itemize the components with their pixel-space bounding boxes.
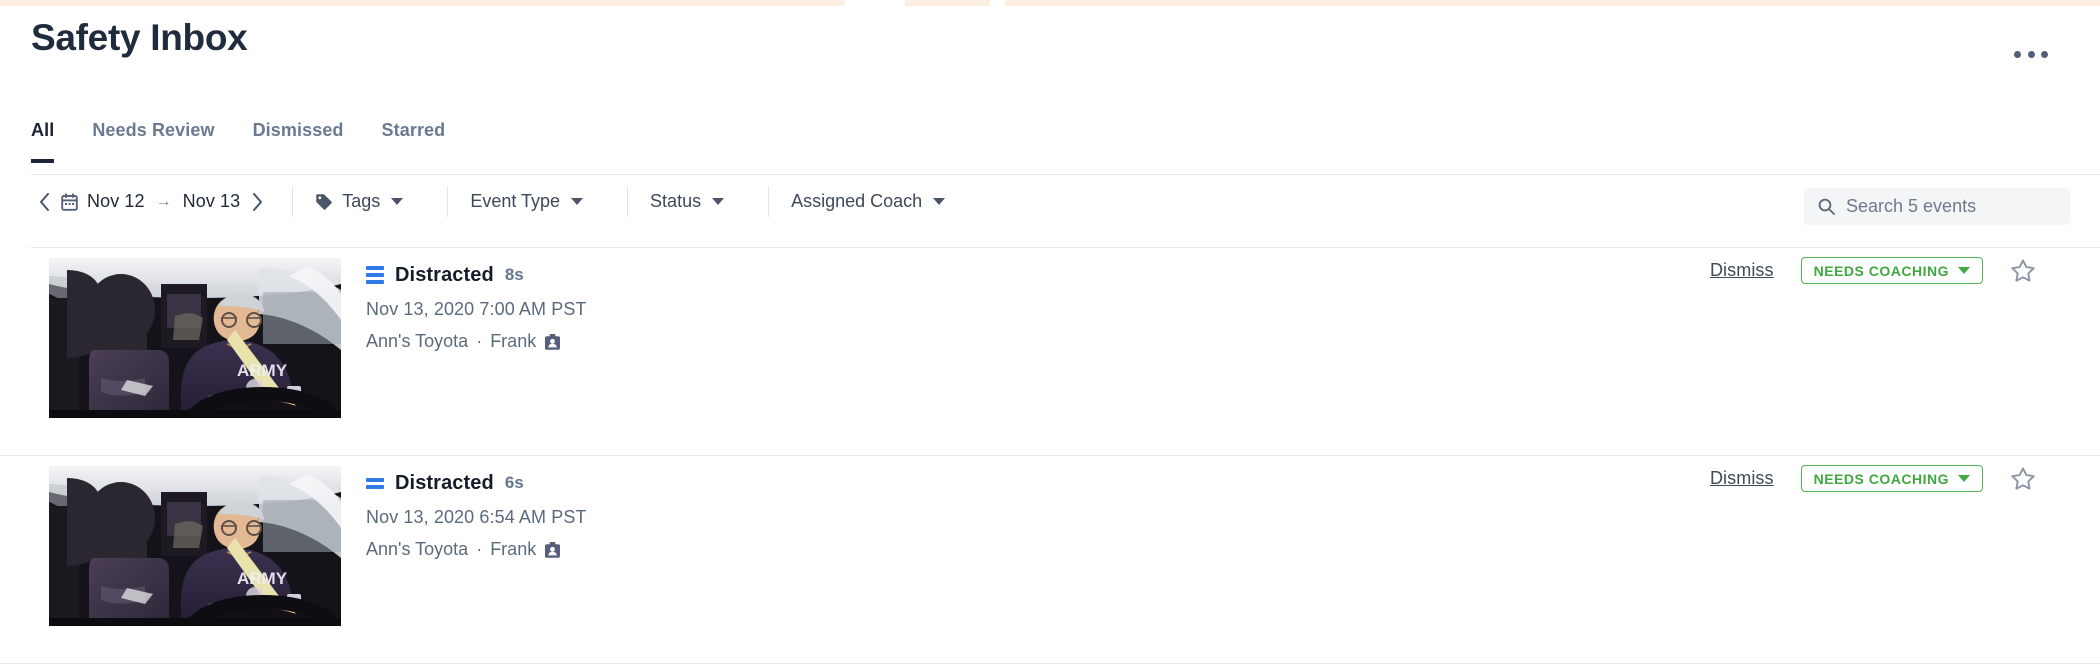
event-info: Distracted 8s Nov 13, 2020 7:00 AM PST A…: [366, 262, 587, 352]
event-type-label: Distracted: [395, 471, 494, 494]
dismiss-button[interactable]: Dismiss: [1710, 260, 1774, 281]
event-meta-separator: ·: [476, 331, 483, 351]
dashcam-thumbnail-image: ARMY: [49, 258, 341, 418]
chevron-down-icon: [571, 198, 584, 205]
svg-text:ARMY: ARMY: [237, 569, 288, 588]
severity-bar: [366, 484, 384, 489]
event-vehicle: Ann's Toyota: [366, 539, 469, 559]
status-label: NEEDS COACHING: [1813, 262, 1949, 279]
severity-bar: [366, 273, 384, 277]
page-header: Safety Inbox: [31, 14, 2100, 74]
date-prev-button[interactable]: [31, 189, 57, 215]
chevron-down-icon: [391, 198, 404, 205]
event-meta-separator: ·: [476, 539, 483, 559]
event-thumbnail[interactable]: ARMY: [49, 466, 341, 626]
id-badge-icon: [544, 541, 561, 559]
star-button[interactable]: [2010, 466, 2036, 492]
event-meta: Ann's Toyota · Frank: [366, 331, 587, 352]
event-driver: Frank: [490, 539, 537, 559]
chevron-left-icon: [39, 192, 49, 211]
event-title-line: Distracted 6s: [366, 470, 587, 496]
chevron-right-icon: [252, 192, 262, 211]
tab-all[interactable]: All: [31, 114, 55, 163]
calendar-icon: [61, 192, 78, 211]
event-actions: Dismiss NEEDS COACHING: [1710, 257, 2036, 284]
page-title: Safety Inbox: [31, 17, 248, 58]
top-band-segment: [0, 0, 845, 6]
date-next-button[interactable]: [244, 189, 270, 215]
filter-tags-label: Tags: [342, 191, 381, 211]
tab-bar: All Needs Review Dismissed Starred: [31, 114, 2100, 174]
event-timestamp: Nov 13, 2020 6:54 AM PST: [366, 507, 587, 527]
star-button[interactable]: [2010, 258, 2036, 284]
filter-assigned-coach-label: Assigned Coach: [791, 191, 923, 211]
event-duration-label: 8s: [504, 265, 524, 284]
filter-tags[interactable]: Tags: [293, 186, 425, 217]
top-scrolled-band: [0, 0, 2100, 6]
status-dropdown-button[interactable]: NEEDS COACHING: [1800, 465, 1983, 492]
star-outline-icon: [2011, 258, 2035, 282]
date-range-start: Nov 12: [87, 191, 145, 211]
dashcam-thumbnail-image: ARMY: [49, 466, 341, 626]
status-dropdown-button[interactable]: NEEDS COACHING: [1800, 257, 1983, 284]
event-list: ARMY Distracted 8s Nov 13, 2020 7:00 AM …: [0, 248, 2100, 664]
filter-event-type-label: Event Type: [470, 191, 561, 211]
status-label: NEEDS COACHING: [1813, 470, 1949, 487]
event-type-label: Distracted: [395, 263, 494, 286]
filter-status[interactable]: Status: [628, 186, 746, 217]
top-band-segment: [905, 0, 990, 6]
event-vehicle: Ann's Toyota: [366, 331, 469, 351]
severity-indicator-icon: [366, 266, 384, 284]
kebab-dot-icon: [2041, 50, 2048, 58]
severity-bar: [366, 266, 384, 270]
event-timestamp: Nov 13, 2020 7:00 AM PST: [366, 299, 587, 319]
severity-bar: [366, 280, 384, 284]
top-band-segment: [1005, 0, 2100, 6]
event-row[interactable]: ARMY Distracted 6s Nov 13, 2020 6:54 AM …: [0, 456, 2100, 664]
event-duration-label: 6s: [504, 473, 524, 492]
filter-bar: Nov 12 → Nov 13 Tags Event Type Status A…: [31, 175, 2100, 228]
overflow-menu-button[interactable]: [2014, 44, 2048, 64]
event-info: Distracted 6s Nov 13, 2020 6:54 AM PST A…: [366, 470, 587, 560]
tab-dismissed[interactable]: Dismissed: [253, 114, 344, 163]
chevron-down-icon: [712, 198, 725, 205]
event-row[interactable]: ARMY Distracted 8s Nov 13, 2020 7:00 AM …: [0, 248, 2100, 456]
chevron-down-icon: [1958, 475, 1970, 482]
event-meta: Ann's Toyota · Frank: [366, 539, 587, 560]
search-box[interactable]: [1804, 188, 2070, 225]
filter-assigned-coach[interactable]: Assigned Coach: [769, 186, 967, 217]
dismiss-button[interactable]: Dismiss: [1710, 468, 1774, 489]
event-actions: Dismiss NEEDS COACHING: [1710, 465, 2036, 492]
kebab-dot-icon: [2014, 50, 2021, 58]
filter-status-label: Status: [650, 191, 702, 211]
search-icon: [1818, 198, 1835, 215]
event-title-line: Distracted 8s: [366, 262, 587, 288]
date-range-picker[interactable]: Nov 12 → Nov 13: [61, 191, 240, 212]
severity-indicator-icon: [366, 477, 384, 489]
event-thumbnail[interactable]: ARMY: [49, 258, 341, 418]
svg-text:ARMY: ARMY: [237, 361, 288, 380]
id-badge-icon: [544, 333, 561, 351]
star-outline-icon: [2011, 466, 2035, 490]
tab-needs-review[interactable]: Needs Review: [92, 114, 214, 163]
date-range-arrow: →: [155, 192, 172, 210]
chevron-down-icon: [1958, 267, 1970, 274]
date-range-end: Nov 13: [182, 191, 241, 211]
tag-icon: [315, 193, 333, 211]
tab-starred[interactable]: Starred: [382, 114, 446, 163]
filter-event-type[interactable]: Event Type: [448, 186, 605, 217]
event-driver: Frank: [490, 331, 537, 351]
severity-bar: [366, 477, 384, 482]
kebab-dot-icon: [2027, 50, 2035, 58]
search-input[interactable]: [1846, 196, 2056, 217]
safety-inbox-page: Safety Inbox All Needs Review Dismissed Sta…: [0, 0, 2100, 671]
chevron-down-icon: [933, 198, 946, 205]
